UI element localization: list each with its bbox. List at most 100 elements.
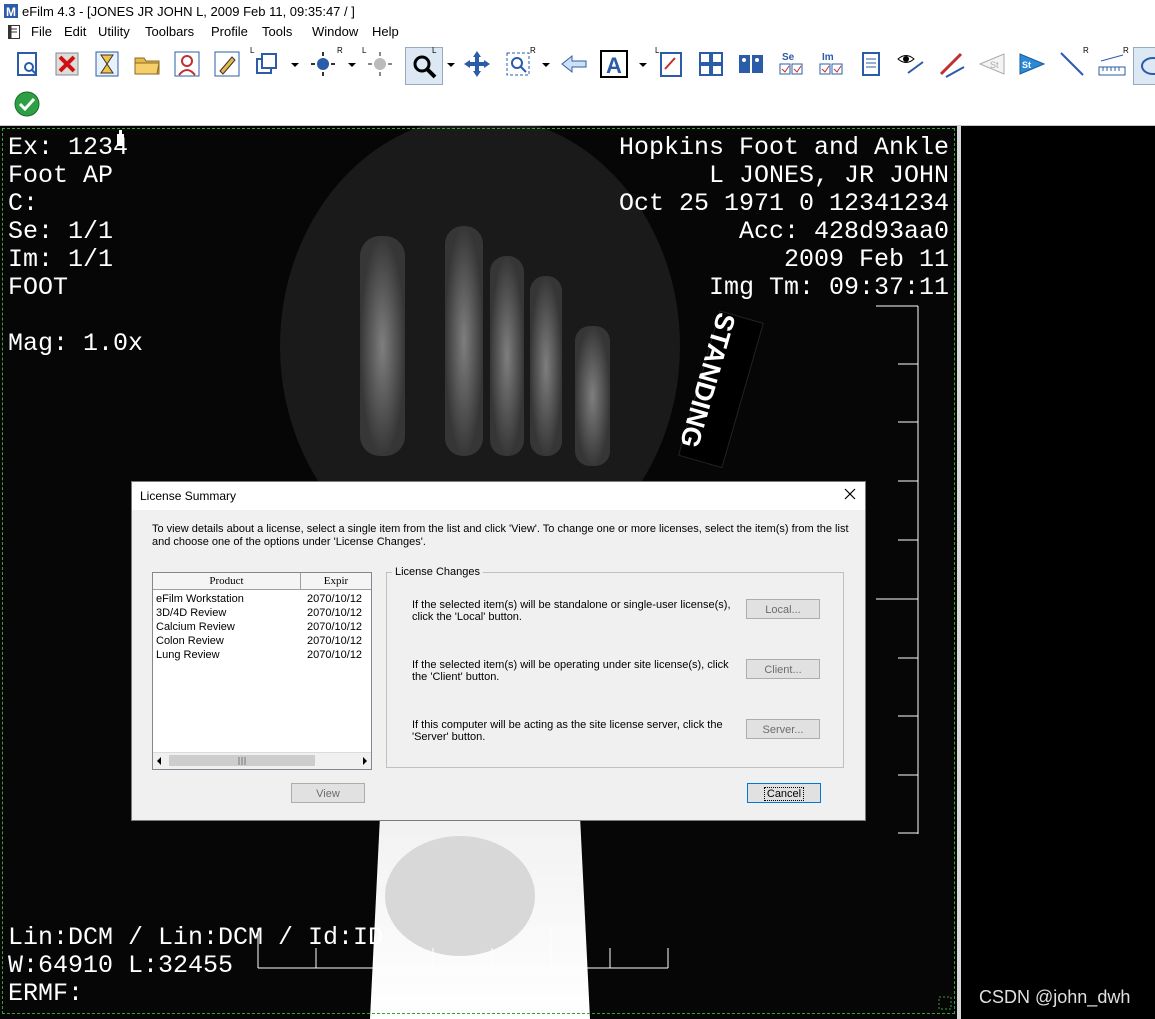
right-flag-label: R: [530, 46, 536, 55]
next-study-icon[interactable]: St: [1017, 49, 1047, 79]
previous-study-icon[interactable]: St: [977, 49, 1007, 79]
menu-profile[interactable]: Profile: [211, 24, 248, 39]
list-item[interactable]: 3D/4D Review 2070/10/12: [156, 607, 368, 621]
list-item[interactable]: Calcium Review 2070/10/12: [156, 621, 368, 635]
scroll-left-icon[interactable]: [155, 756, 163, 766]
svg-text:A: A: [606, 53, 622, 78]
list-item[interactable]: eFilm Workstation 2070/10/12: [156, 593, 368, 607]
product-name: Colon Review: [156, 635, 224, 647]
scrollbar-thumb[interactable]: [169, 755, 315, 766]
view-description: Foot AP: [8, 161, 114, 190]
scroll-right-icon[interactable]: [361, 756, 369, 766]
expiry-date: 2070/10/12: [307, 649, 363, 661]
document-icon[interactable]: [8, 25, 20, 39]
grid-layout-icon[interactable]: [696, 49, 726, 79]
compare-icon[interactable]: [736, 49, 766, 79]
left-flag-label: L: [655, 46, 660, 55]
report-icon[interactable]: [656, 49, 686, 79]
client-button[interactable]: Client...: [746, 659, 820, 679]
menu-bar: File Edit Utility Toolbars Profile Tools…: [0, 22, 1155, 43]
menu-help[interactable]: Help: [372, 24, 399, 39]
text-annotation-icon[interactable]: A: [599, 49, 629, 79]
dialog-titlebar[interactable]: License Summary: [132, 482, 865, 510]
body-part: FOOT: [8, 273, 69, 302]
menu-window[interactable]: Window: [312, 24, 358, 39]
efilm-app-icon: M: [4, 4, 18, 18]
image-link-icon[interactable]: Im: [816, 49, 846, 79]
right-flag-label: R: [1083, 46, 1089, 55]
magnify-region-icon[interactable]: [503, 49, 533, 79]
measure-ruler-icon[interactable]: [936, 49, 966, 79]
watermark: CSDN @john_dwh: [979, 987, 1131, 1007]
license-summary-dialog: License Summary To view details about a …: [131, 481, 866, 821]
menu-edit[interactable]: Edit: [64, 24, 86, 39]
window-level-icon[interactable]: [308, 49, 338, 79]
se-label: Se: [782, 52, 795, 63]
svg-text:M: M: [6, 5, 16, 18]
eye-icon[interactable]: [896, 49, 926, 79]
chevron-down-icon[interactable]: [542, 61, 550, 69]
search-study-icon[interactable]: [12, 49, 42, 79]
series-link-icon[interactable]: Se: [776, 49, 806, 79]
product-name: Calcium Review: [156, 621, 235, 633]
local-button[interactable]: Local...: [746, 599, 820, 619]
chevron-down-icon[interactable]: [348, 61, 356, 69]
chevron-down-icon[interactable]: [447, 61, 455, 69]
checkmark-icon[interactable]: [12, 89, 42, 119]
ermf-info: ERMF:: [8, 979, 84, 1008]
menu-toolbars[interactable]: Toolbars: [145, 24, 194, 39]
list-item[interactable]: Colon Review 2070/10/12: [156, 635, 368, 649]
expiry-date: 2070/10/12: [307, 621, 363, 633]
window-level-values: W:64910 L:32455: [8, 951, 234, 980]
back-arrow-icon[interactable]: [559, 49, 589, 79]
accession-number: Acc: 428d93aa0: [738, 217, 949, 246]
product-name: 3D/4D Review: [156, 607, 227, 619]
chevron-down-icon[interactable]: [639, 61, 647, 69]
im-label: Im: [822, 52, 834, 63]
overlay-top-right: Hopkins Foot and Ankle L JONES, JR JOHN …: [619, 134, 949, 302]
cursor-icon: [117, 130, 124, 146]
left-flag-label: L: [432, 46, 437, 55]
expiry-date: 2070/10/12: [307, 607, 363, 619]
brightness-icon[interactable]: [365, 49, 395, 79]
local-description: If the selected item(s) will be standalo…: [412, 599, 731, 623]
right-flag-label: R: [337, 46, 343, 55]
close-study-icon[interactable]: [52, 49, 82, 79]
st-label: St: [1022, 60, 1031, 70]
layout-icon[interactable]: [252, 49, 282, 79]
title-bar: M eFilm 4.3 - [JONES JR JOHN L, 2009 Feb…: [0, 0, 1155, 22]
patient-dob-id: Oct 25 1971 0 12341234: [618, 189, 949, 218]
product-name: Lung Review: [156, 649, 220, 661]
left-flag-label: L: [250, 46, 255, 55]
menu-utility[interactable]: Utility: [98, 24, 130, 39]
edit-study-icon[interactable]: [212, 49, 242, 79]
list-item[interactable]: Lung Review 2070/10/12: [156, 649, 368, 663]
zoom-tool-icon[interactable]: [405, 47, 443, 85]
license-list[interactable]: Product Expir eFilm Workstation 2070/10/…: [152, 572, 372, 770]
product-name: eFilm Workstation: [156, 593, 244, 605]
notes-icon[interactable]: [856, 49, 886, 79]
close-icon[interactable]: [843, 487, 857, 501]
right-flag-label: R: [1123, 46, 1129, 55]
cancel-button[interactable]: Cancel: [747, 783, 821, 803]
expiry-date: 2070/10/12: [307, 593, 363, 605]
column-expires[interactable]: Expir: [301, 573, 371, 589]
hourglass-icon[interactable]: [92, 49, 122, 79]
patient-icon[interactable]: [172, 49, 202, 79]
open-folder-icon[interactable]: [132, 49, 162, 79]
study-date: 2009 Feb 11: [783, 245, 949, 274]
chevron-down-icon[interactable]: [291, 61, 299, 69]
overlay-top-left: Ex: 1234 Foot AP C: Se: 1/1 Im: 1/1 FOOT…: [8, 134, 143, 358]
server-button[interactable]: Server...: [746, 719, 820, 739]
menu-file[interactable]: File: [31, 24, 52, 39]
horizontal-scrollbar[interactable]: [153, 752, 371, 769]
menu-tools[interactable]: Tools: [262, 24, 292, 39]
client-description: If the selected item(s) will be operatin…: [412, 659, 729, 683]
resize-corner-icon[interactable]: [938, 996, 952, 1010]
column-product[interactable]: Product: [153, 573, 301, 589]
view-button[interactable]: View: [291, 783, 365, 803]
pan-icon[interactable]: [462, 49, 492, 79]
secondary-viewport[interactable]: [961, 126, 1155, 1019]
contrast-info: C:: [8, 189, 39, 218]
ellipse-roi-icon[interactable]: [1133, 47, 1155, 85]
